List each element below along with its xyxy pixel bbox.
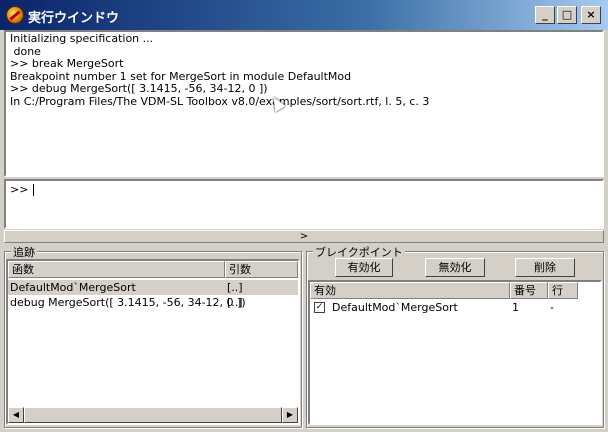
breakpoint-list[interactable]: 有効 番号 行 ✓ DefaultMod`MergeSort 1 -	[308, 280, 602, 425]
disable-breakpoint-button[interactable]: 無効化	[425, 258, 485, 277]
output-line: Initializing specification ...	[10, 32, 154, 45]
scroll-left-icon[interactable]: ◀	[8, 407, 24, 423]
command-input[interactable]: >>	[4, 179, 604, 229]
text-caret	[32, 184, 34, 196]
trace-args[interactable]: [..]	[225, 295, 243, 310]
trace-function: debug MergeSort([ 3.1415, -56, 34-12, 0 …	[10, 296, 246, 309]
breakpoint-row[interactable]: ✓ DefaultMod`MergeSort 1 -	[310, 300, 600, 315]
scrollbar-thumb[interactable]	[24, 407, 282, 423]
breakpoint-line: -	[550, 301, 554, 314]
output-line: >> break MergeSort	[10, 57, 124, 70]
input-prompt: >>	[10, 183, 32, 196]
output-line: >> debug MergeSort([ 3.1415, -56, 34-12,…	[10, 82, 268, 95]
pane-splitter[interactable]: >	[4, 230, 604, 243]
trace-header-args[interactable]: 引数	[225, 261, 298, 278]
breakpoint-name: DefaultMod`MergeSort	[332, 301, 458, 314]
delete-breakpoint-button[interactable]: 削除	[515, 258, 575, 277]
breakpoint-header-enabled[interactable]: 有効	[310, 282, 510, 299]
chevron-right-icon: >	[299, 231, 309, 242]
trace-group-label: 追跡	[11, 244, 37, 260]
trace-list[interactable]: 函数 引数 DefaultMod`MergeSort [..] debug Me…	[6, 259, 300, 425]
trace-function: DefaultMod`MergeSort	[10, 281, 136, 294]
output-line: In C:/Program Files/The VDM-SL Toolbox v…	[10, 94, 430, 108]
breakpoint-header-number[interactable]: 番号	[510, 282, 548, 299]
trace-args[interactable]: [..]	[225, 280, 243, 295]
breakpoint-header-line[interactable]: 行	[548, 282, 578, 299]
app-icon	[6, 6, 24, 24]
trace-horizontal-scrollbar[interactable]: ◀ ▶	[8, 407, 298, 423]
close-button[interactable]: ×	[581, 6, 601, 24]
maximize-button[interactable]: □	[557, 6, 577, 24]
trace-row[interactable]: debug MergeSort([ 3.1415, -56, 34-12, 0 …	[8, 295, 298, 310]
enable-breakpoint-button[interactable]: 有効化	[335, 258, 393, 277]
trace-row[interactable]: DefaultMod`MergeSort [..]	[8, 280, 298, 295]
minimize-button[interactable]: _	[535, 6, 555, 24]
window-title: 実行ウインドウ	[28, 11, 120, 26]
title-bar: 実行ウインドウ _ □ ×	[0, 0, 608, 30]
trace-header-function[interactable]: 函数	[8, 261, 225, 278]
breakpoint-enabled-checkbox[interactable]: ✓	[314, 302, 325, 313]
output-pane[interactable]: Initializing specification ... done >> b…	[4, 30, 604, 177]
scroll-right-icon[interactable]: ▶	[282, 407, 298, 423]
trace-group: 追跡 函数 引数 DefaultMod`MergeSort [..] debug…	[4, 244, 302, 428]
breakpoint-number: 1	[512, 301, 519, 314]
breakpoints-group: ブレイクポイント 有効化 無効化 削除 有効 番号 行 ✓ DefaultMod…	[306, 244, 604, 428]
